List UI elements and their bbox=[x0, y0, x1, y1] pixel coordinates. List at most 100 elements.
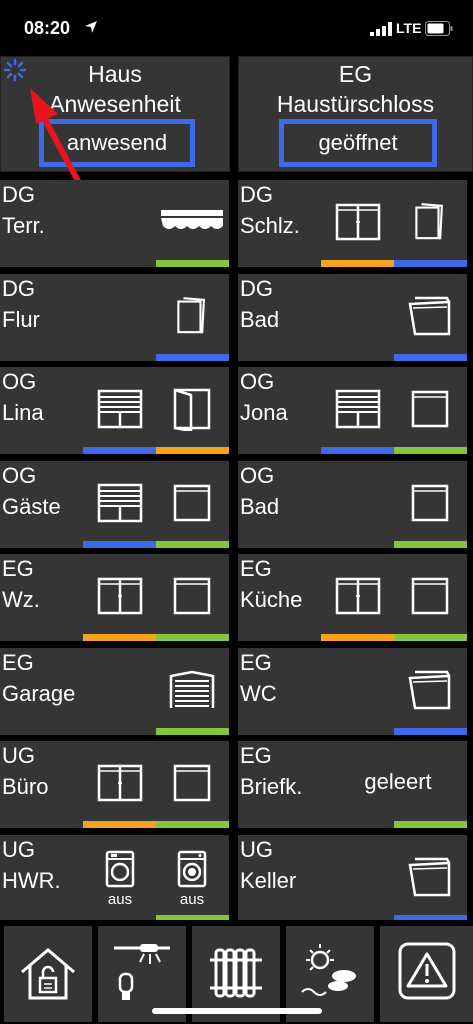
tile-floor-label: OG bbox=[2, 369, 37, 394]
status-bar-segment bbox=[394, 447, 467, 454]
tile-floor-label: DG bbox=[240, 182, 273, 207]
device-tile[interactable]: EG Wz. bbox=[0, 554, 229, 641]
awning-icon bbox=[159, 208, 225, 241]
device-tile[interactable]: EG Küche bbox=[238, 554, 467, 641]
tile-floor-label: DG bbox=[2, 182, 35, 207]
lights-icon bbox=[114, 944, 170, 1000]
shutter-window-icon bbox=[96, 388, 144, 435]
device-tile[interactable]: OG Jona bbox=[238, 367, 467, 454]
shutter-window-icon bbox=[96, 482, 144, 529]
status-bar-segment bbox=[394, 728, 467, 735]
tile-room-label: Briefk. bbox=[240, 774, 303, 799]
door-lock-line1: EG bbox=[338, 61, 373, 87]
window-single-icon bbox=[172, 576, 212, 621]
status-bar-segment bbox=[83, 541, 156, 548]
tile-room-label: Jona bbox=[240, 400, 288, 425]
tile-room-label: Bad bbox=[240, 307, 280, 332]
tile-room-label: Terr. bbox=[2, 213, 45, 238]
status-bar-segment bbox=[83, 821, 156, 828]
device-tile[interactable]: UG HWR. aus aus bbox=[0, 835, 229, 922]
tile-floor-label: EG bbox=[240, 650, 272, 675]
device-tile[interactable]: DG Schlz. bbox=[238, 180, 467, 267]
status-bar-segment bbox=[394, 821, 467, 828]
window-double-icon bbox=[96, 763, 144, 808]
device-tile[interactable]: EG WC bbox=[238, 648, 467, 735]
device-tile[interactable]: DG Bad bbox=[238, 274, 467, 361]
door-lock-tile[interactable]: EG Haustürschloss geöffnet bbox=[238, 56, 473, 172]
status-bar-segment bbox=[156, 634, 229, 641]
status-bar-segment bbox=[156, 821, 229, 828]
status-bar-segment bbox=[156, 354, 229, 361]
tile-floor-label: UG bbox=[240, 837, 273, 862]
status-bar-segment bbox=[321, 260, 394, 267]
signal-icon bbox=[370, 22, 392, 36]
tile-room-label: Lina bbox=[2, 400, 44, 425]
tile-room-label: Schlz. bbox=[240, 213, 300, 238]
appliance-status-label: aus bbox=[107, 891, 133, 908]
status-bar-segment bbox=[321, 447, 394, 454]
tile-floor-label: EG bbox=[240, 743, 272, 768]
device-tile[interactable]: EG Garage bbox=[0, 648, 229, 735]
tile-room-label: Wz. bbox=[2, 587, 40, 612]
window-double-icon bbox=[334, 202, 382, 247]
window-single-icon bbox=[410, 576, 450, 621]
status-bar-segment bbox=[321, 634, 394, 641]
status-bar-segment bbox=[156, 447, 229, 454]
presence-line2: Anwesenheit bbox=[49, 91, 181, 117]
device-tile[interactable]: UG Keller bbox=[238, 835, 467, 922]
window-skylight-icon bbox=[407, 668, 453, 717]
device-tile[interactable]: EG Briefk. geleert bbox=[238, 741, 467, 828]
window-single-icon bbox=[410, 483, 450, 528]
status-bar-segment bbox=[83, 634, 156, 641]
radiator-icon bbox=[210, 948, 262, 998]
tile-floor-label: EG bbox=[240, 556, 272, 581]
status-bar-segment bbox=[394, 354, 467, 361]
window-tilted-icon bbox=[175, 293, 209, 344]
window-skylight-icon bbox=[407, 294, 453, 343]
device-tile[interactable]: OG Lina bbox=[0, 367, 229, 454]
presence-tile[interactable]: Haus Anwesenheit anwesend bbox=[0, 56, 230, 172]
tile-floor-label: OG bbox=[240, 463, 275, 488]
window-single-icon bbox=[410, 389, 450, 434]
clock: 08:20 bbox=[24, 18, 71, 38]
tile-floor-label: EG bbox=[2, 650, 34, 675]
tile-floor-label: OG bbox=[240, 369, 275, 394]
garage-door-icon bbox=[168, 670, 216, 715]
appliance-status-label: aus bbox=[179, 891, 205, 908]
home-lock-icon bbox=[21, 948, 75, 1000]
device-tile[interactable]: OG Bad bbox=[238, 461, 467, 548]
tile-room-label: Büro bbox=[2, 774, 49, 799]
tile-room-label: Flur bbox=[2, 307, 40, 332]
tile-room-label: Keller bbox=[240, 868, 297, 893]
device-tile[interactable]: DG Flur bbox=[0, 274, 229, 361]
tile-floor-label: OG bbox=[2, 463, 37, 488]
tile-floor-label: UG bbox=[2, 837, 35, 862]
door-open-icon bbox=[171, 387, 213, 436]
warning-icon bbox=[398, 942, 456, 1000]
tile-floor-label: DG bbox=[240, 276, 273, 301]
device-tile[interactable]: DG Terr. bbox=[0, 180, 229, 267]
status-bar-segment bbox=[83, 447, 156, 454]
device-tile[interactable]: UG Büro bbox=[0, 741, 229, 828]
tile-floor-label: EG bbox=[2, 556, 34, 581]
door-lock-status: geöffnet bbox=[279, 119, 437, 167]
location-arrow-icon bbox=[85, 21, 97, 33]
nav-alerts-button[interactable] bbox=[380, 926, 473, 1022]
tile-room-label: HWR. bbox=[2, 868, 61, 893]
device-tile[interactable]: OG Gäste bbox=[0, 461, 229, 548]
window-single-icon bbox=[172, 483, 212, 528]
shutter-window-icon bbox=[334, 388, 382, 435]
dryer-icon bbox=[104, 849, 136, 894]
status-bar: 08:20 LTE bbox=[0, 0, 473, 56]
nav-home-button[interactable] bbox=[4, 926, 92, 1022]
window-single-icon bbox=[172, 763, 212, 808]
tile-floor-label: DG bbox=[2, 276, 35, 301]
tile-room-label: Garage bbox=[2, 681, 76, 706]
network-label: LTE bbox=[396, 20, 422, 36]
loading-spinner-icon bbox=[3, 58, 27, 82]
tile-room-label: Bad bbox=[240, 494, 280, 519]
mailbox-status: geleert bbox=[364, 769, 432, 794]
door-lock-line2: Haustürschloss bbox=[276, 91, 435, 117]
tile-floor-label: UG bbox=[2, 743, 35, 768]
presence-status: anwesend bbox=[39, 119, 195, 167]
